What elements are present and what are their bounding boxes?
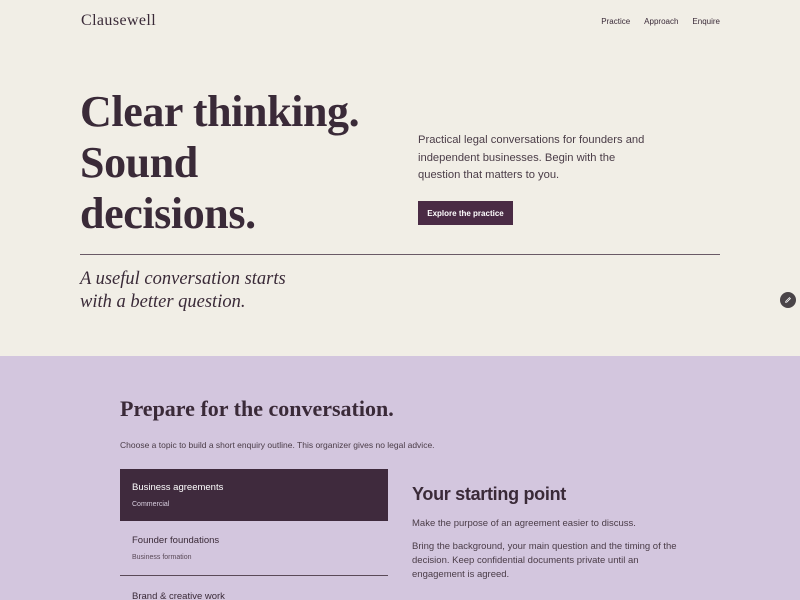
organizer-title: Prepare for the conversation.	[120, 396, 394, 421]
topic-category: Business formation	[132, 554, 192, 561]
organizer-subtitle: Choose a topic to build a short enquiry …	[120, 440, 435, 450]
nav-link-practice[interactable]: Practice	[601, 17, 630, 26]
hero-title: Clear thinking. Sound decisions.	[80, 86, 400, 239]
hero-divider	[80, 254, 720, 255]
edit-fab-button[interactable]	[780, 292, 796, 308]
pencil-icon	[785, 297, 791, 303]
hero-title-line: Sound	[80, 138, 198, 187]
explore-practice-button[interactable]: Explore the practice	[418, 201, 513, 225]
topic-brand-creative-work[interactable]: Brand & creative work	[120, 578, 388, 600]
nav-link-approach[interactable]: Approach	[644, 17, 678, 26]
main-nav: Practice Approach Enquire	[601, 17, 720, 26]
starting-point-body: Bring the background, your main question…	[412, 541, 677, 580]
topic-founder-foundations[interactable]: Founder foundations Business formation	[120, 522, 388, 576]
site-logo[interactable]: Clausewell	[81, 12, 156, 30]
hero-title-line: Clear thinking.	[80, 87, 360, 136]
tagline-line: A useful conversation starts	[80, 269, 286, 289]
hero-description: Practical legal conversations for founde…	[418, 134, 645, 182]
topic-business-agreements[interactable]: Business agreements Commercial	[120, 469, 388, 521]
topic-category: Commercial	[132, 501, 170, 508]
organizer-section: Prepare for the conversation. Choose a t…	[0, 356, 800, 600]
topic-title: Brand & creative work	[132, 591, 225, 600]
hero-tagline: A useful conversation starts with a bett…	[80, 268, 340, 314]
topic-title: Business agreements	[132, 482, 224, 493]
topic-title: Founder foundations	[132, 535, 220, 546]
starting-point-title: Your starting point	[412, 484, 566, 504]
hero-title-line: decisions.	[80, 189, 256, 238]
starting-point-lead: Make the purpose of an agreement easier …	[412, 518, 636, 529]
site-header: Clausewell Practice Approach Enquire	[0, 0, 800, 44]
nav-link-enquire[interactable]: Enquire	[692, 17, 720, 26]
tagline-line: with a better question.	[80, 292, 246, 312]
